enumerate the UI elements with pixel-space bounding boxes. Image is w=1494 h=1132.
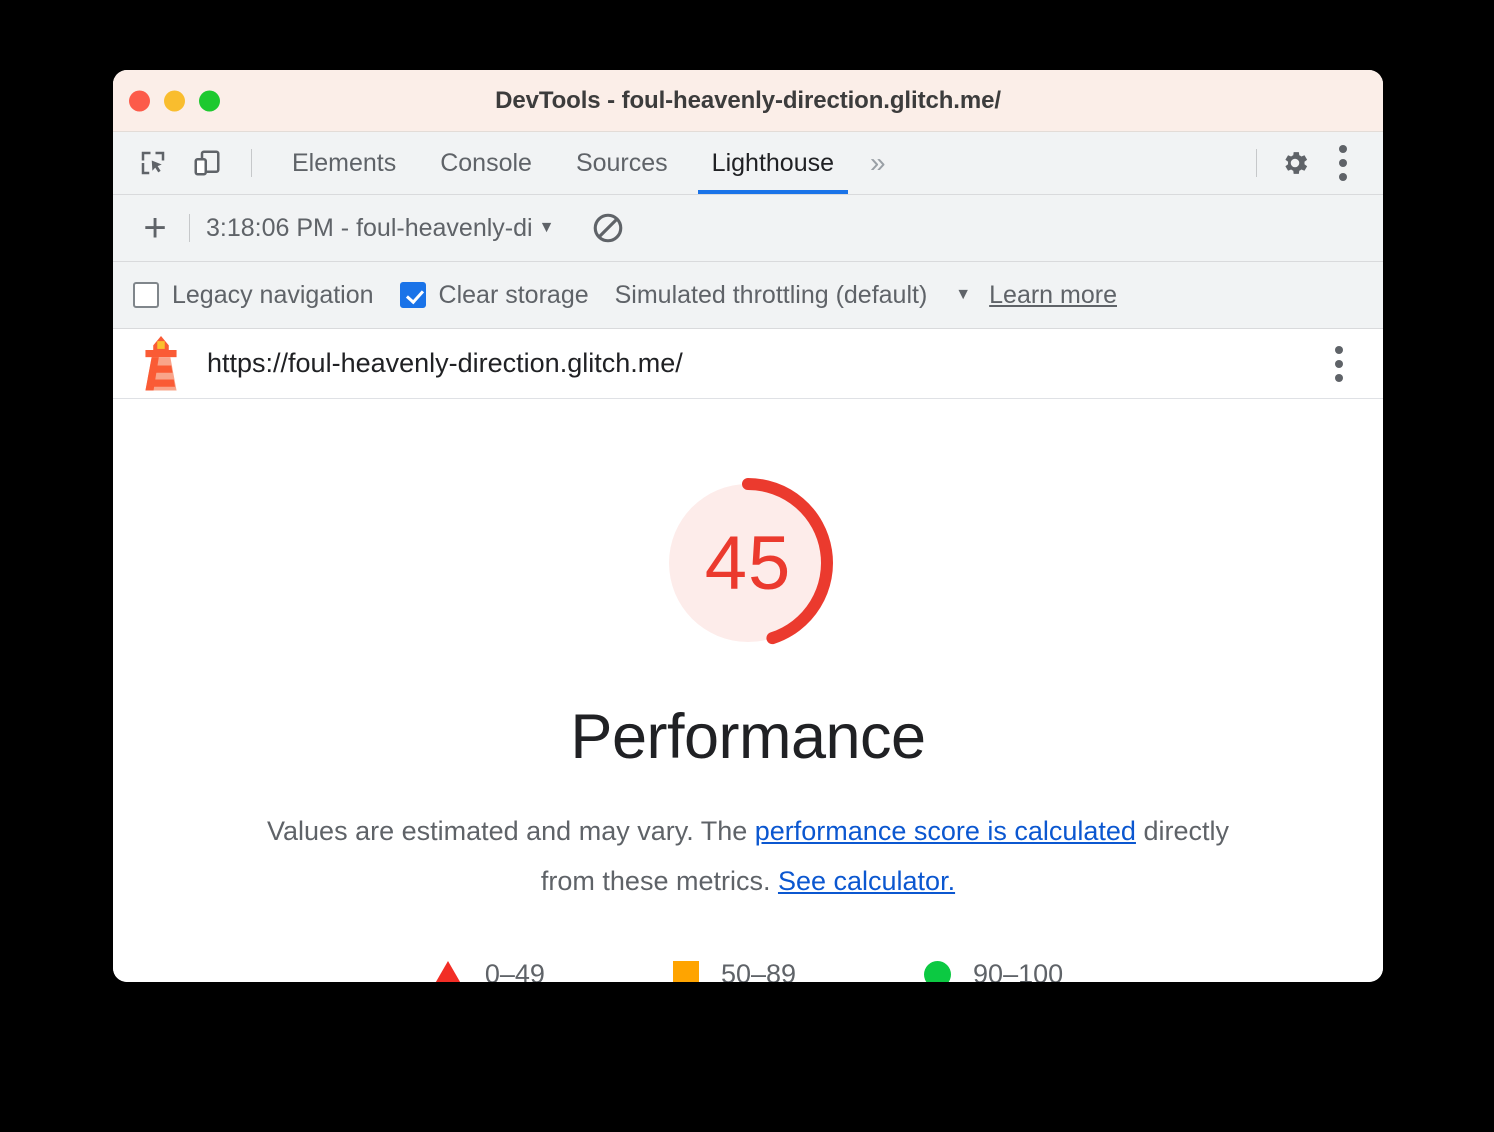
average-square-icon (672, 961, 699, 982)
report-select[interactable]: 3:18:06 PM - foul-heavenly-di ▼ (206, 214, 554, 243)
clear-storage-checkbox[interactable] (399, 282, 426, 308)
performance-score-calculated-link[interactable]: performance score is calculated (755, 816, 1136, 846)
more-tabs-icon[interactable]: » (856, 132, 900, 194)
legacy-navigation-checkbox[interactable] (133, 282, 159, 308)
legend-item-average: 50–89 (672, 958, 797, 982)
kebab-dot (1335, 359, 1343, 368)
legend-item-pass: 90–100 (924, 959, 1063, 982)
minimize-window-button[interactable] (164, 90, 185, 111)
devtools-tabbar: Elements Console Sources Lighthouse » (113, 132, 1383, 195)
tabbar-right-icons (1244, 132, 1383, 194)
category-title: Performance (570, 702, 926, 772)
lighthouse-toolbar: + 3:18:06 PM - foul-heavenly-di ▼ (113, 195, 1383, 262)
new-report-button[interactable]: + (133, 206, 177, 250)
clear-storage-option[interactable]: Clear storage (399, 280, 589, 310)
tab-sources-label: Sources (575, 148, 668, 177)
kebab-dot (1339, 173, 1347, 181)
legend-item-fail: 0–49 (432, 958, 545, 982)
devtools-window: DevTools - foul-heavenly-direction.glitc… (113, 70, 1383, 982)
score-legend: 0–49 50–89 90–100 (432, 958, 1063, 982)
window-titlebar: DevTools - foul-heavenly-direction.glitc… (113, 70, 1383, 132)
legend-label-pass: 90–100 (973, 958, 1064, 982)
gear-icon[interactable] (1273, 141, 1317, 185)
window-traffic-lights (129, 90, 220, 111)
tabbar-right-divider (1256, 149, 1257, 177)
window-title: DevTools - foul-heavenly-direction.glitc… (495, 86, 1001, 114)
tab-lighthouse-label: Lighthouse (711, 148, 834, 177)
kebab-dot (1335, 373, 1343, 382)
clear-storage-label: Clear storage (438, 280, 589, 309)
lighthouse-icon (145, 335, 177, 390)
lighthouse-report-body: 45 Performance Values are estimated and … (113, 399, 1383, 982)
clear-all-icon (594, 213, 623, 243)
report-menu-icon[interactable] (1317, 342, 1361, 386)
tabbar-left-icons (113, 132, 264, 194)
lh-toolbar-divider (189, 214, 190, 242)
report-url: https://foul-heavenly-direction.glitch.m… (207, 348, 683, 378)
pass-circle-icon (924, 960, 952, 982)
performance-score-gauge: 45 (654, 469, 842, 657)
fail-triangle-icon (432, 961, 463, 982)
legacy-navigation-option[interactable]: Legacy navigation (133, 281, 374, 310)
tab-console[interactable]: Console (418, 132, 554, 194)
kebab-dot (1339, 145, 1347, 153)
learn-more-link[interactable]: Learn more (989, 281, 1117, 310)
maximize-window-button[interactable] (199, 90, 220, 111)
tab-elements-label: Elements (292, 148, 397, 177)
chevron-down-icon: ▼ (538, 219, 555, 236)
throttling-value: Simulated throttling (default) (614, 280, 928, 309)
lighthouse-options-row: Legacy navigation Clear storage Simulate… (113, 262, 1383, 329)
close-window-button[interactable] (129, 90, 150, 111)
report-url-row: https://foul-heavenly-direction.glitch.m… (113, 329, 1383, 399)
tab-elements[interactable]: Elements (270, 132, 418, 194)
tab-console-label: Console (440, 148, 532, 177)
chevron-down-icon: ▼ (955, 286, 972, 303)
report-select-value: 3:18:06 PM - foul-heavenly-di (206, 213, 533, 242)
legend-label-average: 50–89 (720, 958, 797, 982)
see-calculator-link[interactable]: See calculator. (778, 866, 955, 896)
inspect-element-icon[interactable] (131, 141, 175, 185)
tabbar-divider (251, 149, 252, 177)
more-tabs-label: » (870, 147, 886, 178)
tab-sources[interactable]: Sources (554, 132, 690, 194)
clear-all-button[interactable] (586, 206, 630, 250)
plus-icon: + (143, 206, 167, 250)
tab-lighthouse[interactable]: Lighthouse (690, 132, 856, 194)
performance-score-value: 45 (704, 520, 792, 606)
devtools-main-menu-icon[interactable] (1321, 141, 1365, 185)
throttling-select[interactable]: Simulated throttling (default) ▼ (615, 281, 972, 310)
panel-tabs: Elements Console Sources Lighthouse » (270, 132, 900, 194)
legend-label-fail: 0–49 (484, 958, 545, 982)
kebab-dot (1335, 345, 1343, 354)
legacy-navigation-label: Legacy navigation (172, 280, 374, 309)
category-description: Values are estimated and may vary. The p… (248, 807, 1248, 907)
device-toolbar-icon[interactable] (185, 141, 229, 185)
kebab-dot (1339, 159, 1347, 167)
screenshot-stage: DevTools - foul-heavenly-direction.glitc… (0, 0, 1494, 1132)
description-text-part1: Values are estimated and may vary. The (267, 816, 755, 846)
